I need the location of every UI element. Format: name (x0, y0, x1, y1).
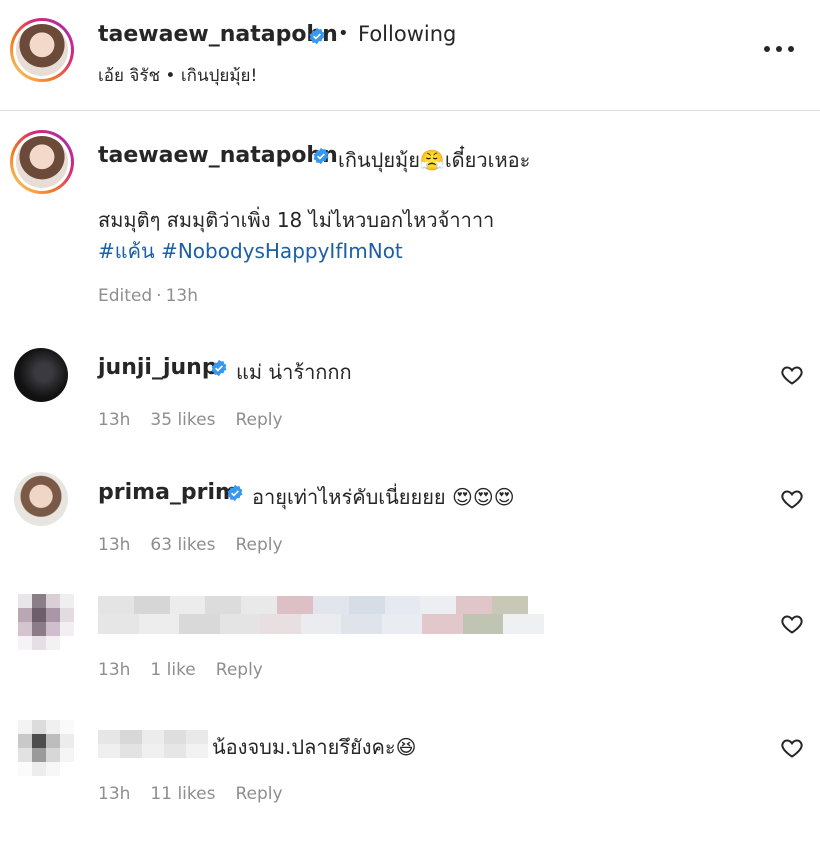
comment-avatar[interactable] (14, 348, 68, 402)
edited-label: Edited (98, 286, 153, 306)
caption-meta: Edited · 13h (98, 286, 198, 306)
comment-username[interactable]: junji_junp (98, 355, 218, 380)
post-header: taewaew_natapohn • Following เอ้ย จิรัช … (0, 0, 820, 111)
pixelated-username-text (98, 744, 208, 758)
comment-username[interactable]: prima_prim (98, 480, 238, 505)
comment-meta: 13h 63 likes Reply (98, 535, 303, 555)
pixelated-comment-text (98, 614, 545, 634)
comment-likes[interactable]: 1 like (150, 660, 195, 680)
more-horizontal-icon[interactable] (762, 44, 796, 54)
comment-time: 13h (98, 784, 131, 804)
comment-meta: 13h 35 likes Reply (98, 410, 303, 430)
comment-likes[interactable]: 63 likes (150, 535, 215, 555)
verified-badge-icon (309, 27, 325, 45)
header-separator: • (338, 23, 349, 44)
header-subtitle[interactable]: เอ้ย จิรัช • เกินปุยมุ้ย! (98, 62, 257, 89)
like-heart-icon[interactable] (780, 736, 804, 760)
caption-hashtags[interactable]: #แค้น #NobodysHappyIfImNot (98, 235, 403, 267)
caption-username[interactable]: taewaew_natapohn (98, 143, 338, 168)
caption-time: 13h (165, 286, 198, 306)
header-username[interactable]: taewaew_natapohn (98, 22, 338, 47)
comment-time: 13h (98, 660, 131, 680)
like-heart-icon[interactable] (780, 487, 804, 511)
following-button[interactable]: Following (358, 22, 456, 46)
verified-badge-icon (227, 484, 243, 502)
comment-meta: 13h 1 like Reply (98, 660, 283, 680)
reply-button[interactable]: Reply (235, 410, 282, 430)
pixelated-avatar[interactable] (18, 594, 74, 650)
reply-button[interactable]: Reply (235, 535, 282, 555)
comment-time: 13h (98, 535, 131, 555)
caption-text-line1: เกินปุยมุ้ย😤เดี๋ยวเหอะ (338, 148, 531, 172)
reply-button[interactable]: Reply (235, 784, 282, 804)
caption-text-line2: สมมุติๆ สมมุติว่าเพิ่ง 18 ไม่ไหวบอกไหวจ้… (98, 208, 495, 232)
comment-text: น้องจบม.ปลายรึยังคะ😆 (212, 735, 417, 759)
pixelated-username-text (98, 596, 528, 616)
caption-avatar[interactable] (10, 130, 74, 194)
profile-avatar[interactable] (10, 18, 74, 82)
verified-badge-icon (313, 147, 329, 165)
comment-avatar[interactable] (14, 472, 68, 526)
reply-button[interactable]: Reply (216, 660, 263, 680)
like-heart-icon[interactable] (780, 612, 804, 636)
comment-likes[interactable]: 11 likes (150, 784, 215, 804)
comment-text: อายุเท่าไหร่คับเนี่ยยยย 😍😍😍 (252, 485, 515, 509)
like-heart-icon[interactable] (780, 363, 804, 387)
comment-likes[interactable]: 35 likes (150, 410, 215, 430)
comment-meta: 13h 11 likes Reply (98, 784, 303, 804)
verified-badge-icon (211, 359, 227, 377)
pixelated-avatar[interactable] (18, 720, 74, 776)
comment-time: 13h (98, 410, 131, 430)
comment-text: แม่ น่าร้ากกก (236, 360, 352, 384)
